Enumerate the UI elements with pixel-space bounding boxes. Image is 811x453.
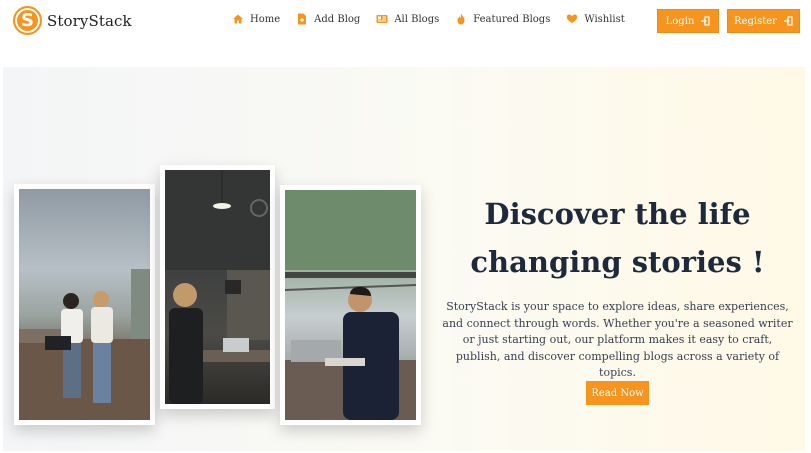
read-now-button[interactable]: Read Now — [586, 381, 649, 405]
main-menu: Home Add Blog All Blogs Featured Blogs W… — [232, 13, 625, 25]
nav-item-label: All Blogs — [394, 13, 440, 25]
blogs-list-icon — [376, 13, 388, 25]
nav-item-add-blog[interactable]: Add Blog — [296, 13, 360, 25]
nav-item-label: Home — [250, 13, 281, 25]
register-button[interactable]: Register — [727, 9, 800, 33]
hero-photo-friends — [14, 184, 155, 425]
flame-icon — [455, 13, 467, 25]
register-label: Register — [734, 15, 777, 27]
nav-item-all-blogs[interactable]: All Blogs — [376, 13, 439, 25]
brand-name: StoryStack — [47, 11, 132, 30]
hero-photo-balcony — [280, 185, 421, 425]
nav-item-label: Wishlist — [584, 13, 625, 25]
nav-item-featured-blogs[interactable]: Featured Blogs — [455, 13, 550, 25]
login-button[interactable]: Login — [657, 9, 719, 33]
hero-title-line2: changing stories ! — [470, 245, 765, 279]
logo-letter: S — [21, 9, 34, 31]
photo-man-typing-on-balcony — [285, 190, 416, 420]
home-icon — [232, 13, 244, 25]
login-label: Login — [665, 15, 695, 27]
hero-title-line1: Discover the life — [484, 197, 751, 231]
navbar: S StoryStack Home Add Blog All Blogs Fea… — [0, 0, 811, 42]
document-add-icon — [296, 13, 308, 25]
hero-title: Discover the life changing stories ! — [440, 190, 795, 286]
hero-description: StoryStack is your space to explore idea… — [442, 300, 793, 379]
brand-logo[interactable]: S StoryStack — [13, 6, 132, 35]
nav-item-label: Add Blog — [314, 13, 361, 25]
photo-woman-at-laptop-cafe — [165, 170, 270, 404]
logo-badge-icon: S — [13, 6, 42, 35]
register-icon — [783, 16, 793, 26]
nav-item-home[interactable]: Home — [232, 13, 280, 25]
nav-item-wishlist[interactable]: Wishlist — [566, 13, 625, 25]
login-icon — [700, 16, 710, 26]
heart-hand-icon — [566, 13, 578, 25]
nav-item-label: Featured Blogs — [473, 13, 551, 25]
photo-friends-with-laptop — [19, 189, 150, 420]
hero-photo-cafe — [160, 165, 275, 409]
